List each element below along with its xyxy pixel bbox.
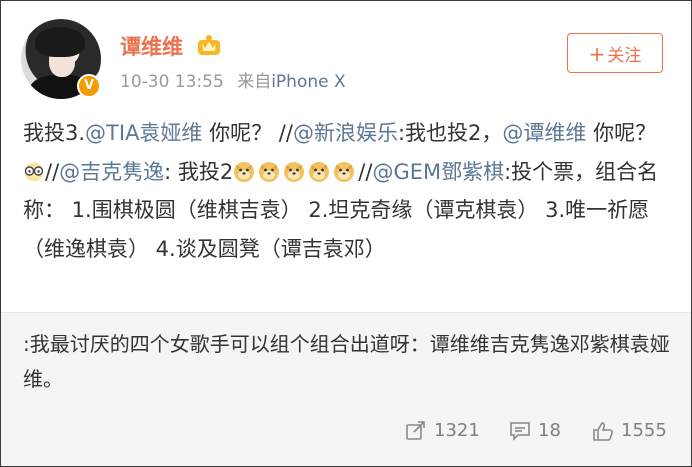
post-text-segment: //	[358, 159, 373, 184]
comment-icon	[510, 421, 530, 441]
action-toolbar: 1321 18 1555	[1, 407, 691, 466]
follow-plus-icon: +	[588, 42, 606, 66]
weibo-post-card: V 谭维维 10-30 13:55 来自iPhone X + 关注 我投3.@TI…	[0, 0, 692, 467]
repost-icon	[406, 420, 425, 440]
device-prefix: 来自	[237, 72, 272, 92]
mention-link[interactable]: @GEM鄧紫棋	[372, 160, 504, 184]
post-meta: 10-30 13:55 来自iPhone X	[120, 67, 346, 92]
post-text-segment: 你呢？	[586, 121, 657, 145]
vip-crown-icon	[198, 35, 220, 55]
repost-button[interactable]: 1321	[405, 420, 480, 441]
mention-link[interactable]: @TIA袁娅维	[85, 121, 202, 145]
like-button[interactable]: 1555	[592, 420, 667, 441]
timestamp[interactable]: 10-30 13:55	[120, 72, 224, 92]
doge-emoji-icon	[234, 161, 255, 182]
repost-quote-box: :我最讨厌的四个女歌手可以组个组合出道呀：谭维维吉克隽逸邓紫棋袁娅维。	[1, 312, 691, 408]
doge-emoji-icon	[284, 161, 305, 182]
like-count: 1555	[621, 420, 667, 441]
follow-label: 关注	[607, 46, 642, 66]
doge-emoji-icon	[309, 161, 330, 182]
post-text: 我投3.@TIA袁娅维 你呢？ //@新浪娱乐:我也投2，@谭维维 你呢？ //…	[23, 114, 673, 268]
repost-text: :我最讨厌的四个女歌手可以组个组合出道呀：谭维维吉克隽逸邓紫棋袁娅维。	[23, 332, 670, 391]
post-text-segment: :我也投2，	[397, 121, 503, 145]
follow-button[interactable]: + 关注	[567, 33, 663, 73]
post-text-segment: 你呢？ //	[202, 121, 293, 145]
username[interactable]: 谭维维	[120, 31, 183, 61]
verified-v-icon: V	[77, 74, 101, 98]
glasses-emoji-icon	[24, 162, 44, 181]
mention-link[interactable]: @谭维维	[502, 121, 586, 145]
repost-count: 1321	[434, 420, 480, 441]
post-text-segment: 我投3.	[23, 121, 86, 145]
mention-link[interactable]: @吉克隽逸	[59, 160, 164, 184]
post-text-segment: //	[45, 159, 60, 184]
thumbs-up-icon	[593, 421, 613, 441]
avatar-hair	[35, 27, 85, 57]
doge-emoji-icon	[259, 161, 280, 182]
doge-emoji-icon	[334, 161, 355, 182]
comment-button[interactable]: 18	[509, 420, 561, 441]
mention-link[interactable]: @新浪娱乐	[293, 121, 398, 145]
post-text-segment: : 我投2	[164, 159, 234, 184]
comment-count: 18	[538, 420, 561, 441]
device-link[interactable]: iPhone X	[271, 72, 345, 92]
